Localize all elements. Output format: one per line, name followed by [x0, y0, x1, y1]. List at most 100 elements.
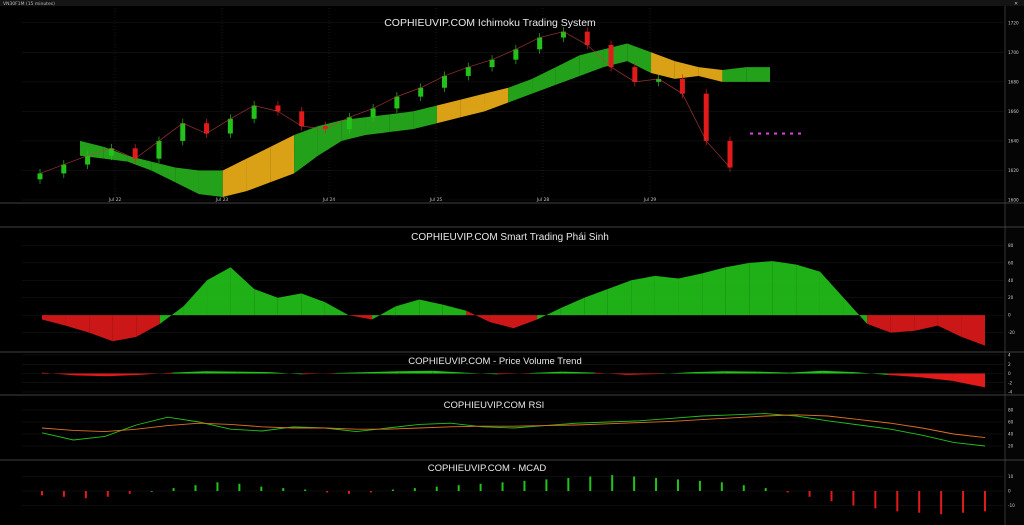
macd-bar — [655, 477, 658, 491]
y-tick-label: 60 — [1008, 420, 1014, 425]
ichimoku-cloud-segment — [389, 111, 414, 133]
macd-bar — [874, 491, 877, 509]
smart-trading-area — [654, 275, 679, 316]
symbol-label: VN30F1M (15 minutes) — [3, 1, 55, 7]
smart-trading-title: COPHIEUVIP.COM Smart Trading Phái Sinh — [411, 232, 609, 243]
macd-bar — [479, 483, 482, 491]
candle-body — [180, 123, 186, 141]
macd-bar — [764, 488, 767, 491]
macd-bar — [391, 489, 394, 491]
y-tick-label: 80 — [1008, 243, 1014, 248]
y-tick-label: 1680 — [1008, 79, 1019, 84]
y-tick-label: 1600 — [1008, 198, 1019, 203]
macd-bar — [808, 491, 811, 497]
macd-bar — [523, 480, 526, 491]
candle-body — [275, 105, 281, 112]
macd-bar — [545, 479, 548, 491]
y-tick-label: 0 — [1008, 313, 1011, 318]
y-tick-label: 1640 — [1008, 138, 1019, 143]
pvt-title: COPHIEUVIP.COM - Price Volume Trend — [408, 356, 582, 367]
candle-body — [251, 105, 257, 119]
smart-trading-area — [725, 262, 750, 316]
macd-bar — [852, 491, 855, 506]
macd-title: COPHIEUVIP.COM - MCAD — [428, 463, 547, 474]
macd-bar — [84, 491, 87, 499]
y-tick-label: -2 — [1008, 380, 1013, 385]
candle-body — [679, 78, 685, 94]
y-tick-label: 20 — [1008, 295, 1014, 300]
macd-bar — [326, 491, 329, 493]
y-tick-label: 1660 — [1008, 109, 1019, 114]
ichimoku-title: COPHIEUVIP.COM Ichimoku Trading System — [384, 17, 596, 29]
candle-body — [394, 96, 400, 109]
macd-bar — [940, 491, 943, 515]
candle-body — [227, 118, 233, 134]
candle-body — [299, 111, 305, 127]
macd-bar — [633, 476, 636, 491]
smart-trading-area — [702, 267, 726, 316]
candle-body — [513, 49, 519, 60]
candle-body — [727, 140, 733, 168]
forecast-dot — [766, 132, 769, 135]
y-tick-label: 60 — [1008, 260, 1014, 265]
macd-bar — [742, 485, 745, 491]
macd-bar — [194, 485, 197, 491]
smart-trading-area — [796, 264, 820, 316]
macd-bar — [698, 480, 701, 491]
candle-body — [584, 31, 590, 45]
macd-bar — [896, 491, 899, 512]
macd-bar — [962, 491, 965, 513]
macd-bar — [413, 488, 416, 491]
candle-body — [441, 75, 447, 88]
smart-trading-area — [772, 261, 797, 316]
macd-bar — [786, 491, 789, 493]
y-tick-label: 40 — [1008, 432, 1014, 437]
candle-body — [418, 87, 424, 97]
forecast-dot — [790, 132, 793, 135]
macd-bar — [676, 479, 679, 491]
forecast-dot — [750, 132, 753, 135]
y-tick-label: -4 — [1008, 390, 1013, 395]
smart-trading-area — [631, 275, 655, 316]
candle-body — [61, 164, 67, 174]
macd-bar — [611, 475, 614, 491]
y-tick-label: 1620 — [1008, 168, 1019, 173]
macd-bar — [216, 482, 219, 491]
candle-body — [608, 44, 614, 68]
macd-bar — [501, 482, 504, 491]
y-tick-label: 4 — [1008, 353, 1011, 358]
macd-bar — [918, 491, 921, 513]
y-tick-label: -10 — [1008, 503, 1015, 508]
smart-trading-area — [890, 315, 915, 333]
smart-trading-area — [749, 261, 773, 316]
candle-body — [346, 117, 352, 130]
macd-bar — [238, 483, 241, 491]
smart-trading-area — [112, 315, 137, 342]
candle-body — [537, 37, 543, 50]
macd-bar — [984, 491, 986, 512]
forecast-dot — [758, 132, 761, 135]
y-tick-label: 20 — [1008, 444, 1014, 449]
candle-body — [204, 123, 210, 134]
macd-bar — [304, 489, 307, 491]
macd-bar — [720, 482, 723, 491]
y-tick-label: 0 — [1008, 489, 1011, 494]
macd-bar — [260, 486, 263, 491]
candle-body — [37, 173, 43, 180]
y-tick-label: 0 — [1008, 371, 1011, 376]
macd-bar — [172, 488, 175, 491]
candle-body — [156, 140, 162, 159]
rsi-title: COPHIEUVIP.COM RSI — [444, 400, 545, 411]
macd-bar — [150, 491, 153, 492]
pvt-area — [399, 370, 433, 374]
macd-bar — [128, 491, 131, 494]
macd-bar — [589, 476, 592, 491]
y-tick-label: 40 — [1008, 278, 1014, 283]
chart-screen: VN30F1M (15 minutes) ✕ Jul 22 Jul 23 Jul 2… — [0, 0, 1024, 525]
macd-bar — [62, 491, 65, 497]
window-topbar — [0, 0, 1024, 6]
forecast-dot — [782, 132, 785, 135]
macd-bar — [830, 491, 833, 502]
candle-body — [703, 93, 709, 141]
candle-body — [370, 108, 376, 118]
